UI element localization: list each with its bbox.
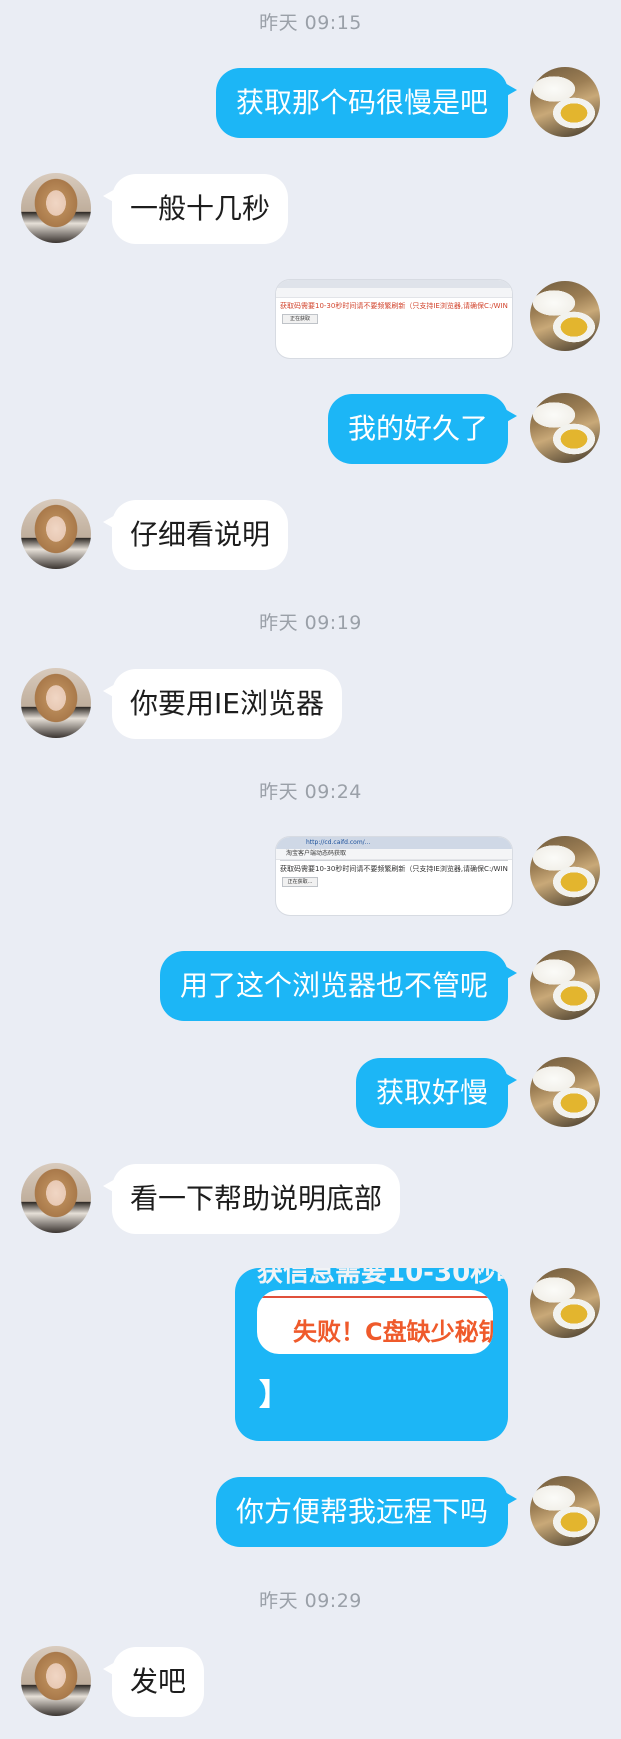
timestamp: 昨天 09:19 [259, 612, 362, 634]
image-message-screenshot[interactable]: 获取码需要10-30秒时间请不要频繁刷新（只支持IE浏览器,请确保C:/WIND… [276, 280, 512, 358]
my-avatar[interactable] [530, 1476, 600, 1546]
my-avatar[interactable] [530, 1268, 600, 1338]
browser-tabbar [276, 280, 512, 288]
my-avatar[interactable] [530, 950, 600, 1020]
screenshot-text: 获取码需要10-30秒时间请不要频繁刷新（只支持IE浏览器,请确保C:/WIND [280, 865, 508, 873]
contact-avatar[interactable] [21, 1646, 91, 1716]
my-avatar[interactable] [530, 1057, 600, 1127]
message-bubble-incoming[interactable]: 你要用IE浏览器 [103, 669, 342, 739]
screenshot-button: 正在获取... [282, 877, 318, 887]
message-bubble-outgoing[interactable]: 你方便帮我远程下吗 [215, 1477, 518, 1547]
contact-avatar[interactable] [21, 668, 91, 738]
my-avatar[interactable] [530, 281, 600, 351]
contact-avatar[interactable] [21, 1163, 91, 1233]
message-bubble-outgoing[interactable]: 我的好久了 [327, 394, 518, 464]
my-avatar[interactable] [530, 393, 600, 463]
message-bubble-incoming[interactable]: 一般十几秒 [102, 174, 289, 244]
message-bubble-outgoing[interactable]: 获取好慢 [355, 1058, 518, 1128]
browser-tab: 淘宝客户端动态码获取 [276, 849, 512, 860]
image-message-screenshot[interactable]: http://cd.caifd.com/... 淘宝客户端动态码获取 获取码需要… [276, 837, 512, 915]
message-bubble-incoming[interactable]: 发吧 [102, 1647, 205, 1717]
my-avatar[interactable] [530, 67, 600, 137]
image-message-zoomed-error[interactable]: 获信息需要10-30秒时 失败！C盘缺少秘钥 】 [235, 1268, 508, 1441]
timestamp: 昨天 09:15 [259, 12, 362, 34]
bracket-glyph: 】 [259, 1378, 289, 1413]
divider [280, 860, 508, 861]
message-bubble-incoming[interactable]: 仔细看说明 [102, 500, 289, 570]
browser-toolbar [276, 288, 512, 298]
red-divider [257, 1296, 493, 1298]
cut-off-text: 获信息需要10-30秒时 [257, 1268, 508, 1288]
message-bubble-outgoing[interactable]: 用了这个浏览器也不管呢 [159, 951, 518, 1021]
screenshot-text: 获取码需要10-30秒时间请不要频繁刷新（只支持IE浏览器,请确保C:/WIND… [280, 302, 508, 310]
message-bubble-outgoing[interactable]: 获取那个码很慢是吧 [215, 68, 518, 138]
contact-avatar[interactable] [21, 173, 91, 243]
my-avatar[interactable] [530, 836, 600, 906]
error-message: 失败！C盘缺少秘钥 [293, 1318, 493, 1346]
error-card: 失败！C盘缺少秘钥 [257, 1290, 493, 1354]
timestamp: 昨天 09:24 [259, 781, 362, 803]
contact-avatar[interactable] [21, 499, 91, 569]
timestamp: 昨天 09:29 [259, 1590, 362, 1612]
browser-address-bar: http://cd.caifd.com/... [276, 837, 512, 849]
message-bubble-incoming[interactable]: 看一下帮助说明底部 [102, 1164, 401, 1234]
screenshot-button: 正在获取 [282, 314, 318, 324]
